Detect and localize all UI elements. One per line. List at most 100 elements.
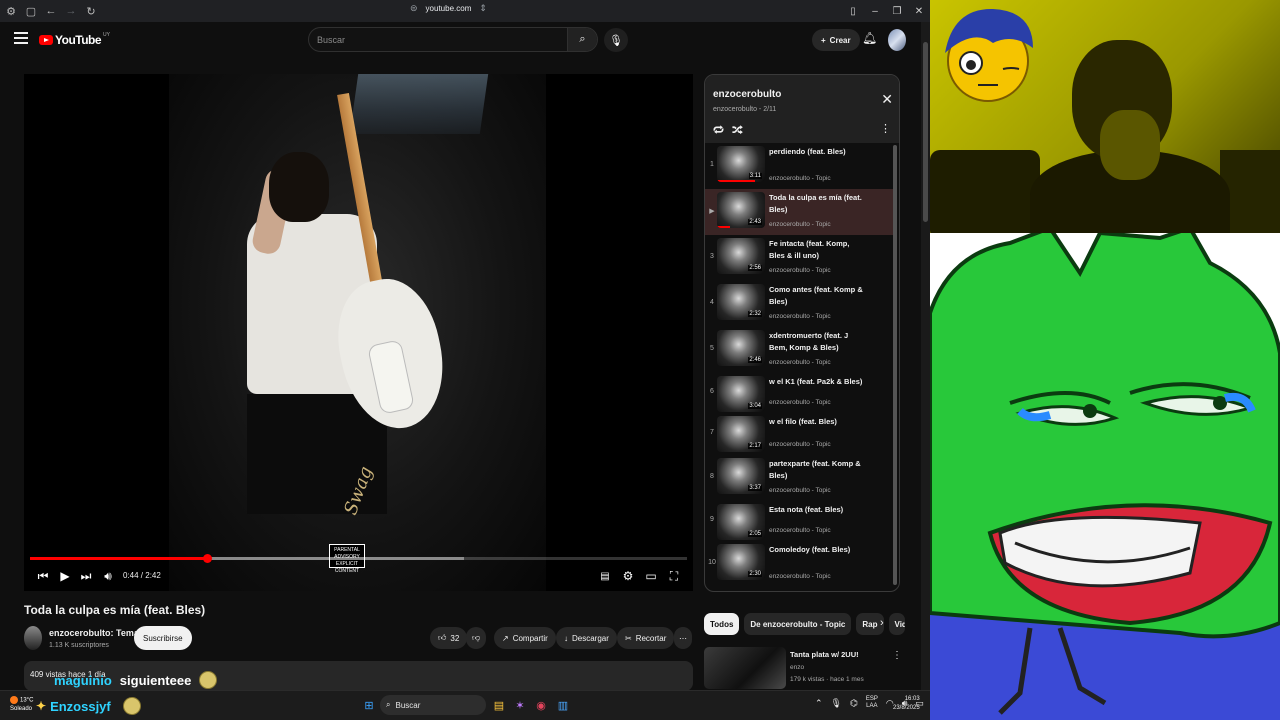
download-button[interactable]: ↓ Descargar <box>556 627 617 649</box>
file-explorer-icon[interactable]: ▤ <box>490 696 508 714</box>
playlist-item-thumbnail[interactable]: 2:30 <box>717 544 765 580</box>
forward-icon[interactable]: → <box>62 2 80 20</box>
close-playlist-icon[interactable]: ✕ <box>881 91 893 108</box>
dislike-button[interactable]: 👎︎ <box>466 627 487 649</box>
share-button[interactable]: ↗ Compartir <box>494 627 556 649</box>
play-icon[interactable]: ▶ <box>58 564 72 588</box>
tray-network-icon[interactable]: ⌬ <box>850 698 858 709</box>
recommendation-more-icon[interactable]: ⋮ <box>892 650 902 661</box>
notifications-bell-icon[interactable]: 🔔︎ <box>862 31 877 45</box>
playlist-item-thumbnail[interactable]: 2:32 <box>717 284 765 320</box>
filter-chip[interactable]: De enzocerobulto - Topic <box>744 613 852 635</box>
more-actions-button[interactable]: ⋯ <box>674 627 692 649</box>
notepad-app-icon[interactable]: ▥ <box>554 696 572 714</box>
voice-search-button[interactable]: 🎙 <box>604 28 628 52</box>
sidebar-toggle-icon[interactable]: ▢ <box>22 2 40 20</box>
playlist-item-thumbnail[interactable]: 2:05 <box>717 504 765 540</box>
playlist-item[interactable]: ▶ 2:43 Toda la culpa es mía (feat. Bles) en… <box>705 189 895 235</box>
playlist-item-title[interactable]: xdentromuerto (feat. J Bem, Komp & Bles) <box>769 330 863 354</box>
address-bar[interactable]: ⊜ youtube.com ⇕ <box>410 3 487 14</box>
playlist-item-thumbnail[interactable]: 2:56 <box>717 238 765 274</box>
weather-sun-icon <box>10 696 18 704</box>
playlist-item[interactable]: 3 2:56 Fe intacta (feat. Komp, Bles & ill … <box>705 235 895 281</box>
shuffle-icon[interactable]: 🔀︎ <box>732 122 743 138</box>
playlist-item-thumbnail[interactable]: 3:11 <box>717 146 765 182</box>
subtitles-icon[interactable]: ▤ <box>598 564 612 588</box>
playlist-item-index: 1 <box>710 161 714 168</box>
playlist-item-title[interactable]: w el filo (feat. Bles) <box>769 416 863 428</box>
playlist-item-title[interactable]: Fe intacta (feat. Komp, Bles & ill uno) <box>769 238 863 262</box>
playlist-item-title[interactable]: Como antes (feat. Komp & Bles) <box>769 284 863 308</box>
playlist-item-thumbnail[interactable]: 2:43 <box>717 192 765 228</box>
hamburger-menu-icon[interactable] <box>14 32 28 46</box>
playlist-item-title[interactable]: w el K1 (feat. Pa2k & Bles) <box>769 376 863 388</box>
account-avatar[interactable] <box>888 29 906 51</box>
playlist-item[interactable]: 9 2:05 Esta nota (feat. Bles) enzocerobulto… <box>705 501 895 541</box>
recommendation-item[interactable]: Tanta plata w/ 2UU! enzo 179 k vistas · … <box>704 647 904 690</box>
playlist-more-icon[interactable]: ⋮ <box>880 122 891 135</box>
search-input[interactable] <box>317 31 567 48</box>
playlist-item-thumbnail[interactable]: 2:17 <box>717 416 765 452</box>
playlist-item-title[interactable]: perdiendo (feat. Bles) <box>769 146 863 158</box>
playlist-title[interactable]: enzocerobulto <box>713 89 781 100</box>
playlist-item-thumbnail[interactable]: 3:04 <box>717 376 765 412</box>
settings-gear-icon[interactable]: ⚙ <box>621 564 635 588</box>
subscribe-button[interactable]: Suscribirse <box>134 626 192 650</box>
browser-app-icon[interactable]: ◉ <box>532 696 550 714</box>
playlist-item-title[interactable]: partexparte (feat. Komp & Bles) <box>769 458 863 482</box>
close-window-icon[interactable]: ✕ <box>908 0 930 22</box>
language-indicator[interactable]: ESP LAA <box>866 696 878 710</box>
progress-bar[interactable] <box>30 554 687 563</box>
create-label: Crear <box>829 35 851 45</box>
tray-mic-icon[interactable]: 🎙︎ <box>831 698 842 709</box>
playlist-item[interactable]: 1 3:11 perdiendo (feat. Bles) enzocerobulto… <box>705 143 895 189</box>
back-icon[interactable]: ← <box>42 2 60 20</box>
playlist-item-thumbnail[interactable]: 2:46 <box>717 330 765 366</box>
playlist-scrollbar[interactable] <box>893 145 897 585</box>
windows-start-icon[interactable]: ⊞ <box>360 696 378 714</box>
search-button[interactable]: ⌕ <box>567 28 597 51</box>
app-icon[interactable]: ✶ <box>511 696 529 714</box>
playlist-item-channel: enzocerobulto - Topic <box>769 441 831 448</box>
reload-icon[interactable]: ↻ <box>82 2 100 20</box>
filter-chip[interactable]: Vid <box>888 613 905 635</box>
recommendation-title[interactable]: Tanta plata w/ 2UU! <box>790 650 859 659</box>
loop-icon[interactable]: 🔁︎ <box>713 122 724 138</box>
playlist-item[interactable]: 7 2:17 w el filo (feat. Bles) enzocerobulto… <box>705 413 895 455</box>
recommendation-thumbnail[interactable] <box>704 647 786 689</box>
chevron-right-icon[interactable]: › <box>880 617 884 629</box>
tray-chevron-icon[interactable]: ⌃ <box>815 698 823 709</box>
site-info-icon[interactable]: ⊜ <box>410 3 418 14</box>
fullscreen-icon[interactable]: ⛶ <box>667 564 681 588</box>
youtube-logo[interactable]: YouTube UY <box>39 32 110 47</box>
taskbar-clock[interactable]: 16:03 23/8/2025 <box>893 695 920 713</box>
minimize-icon[interactable]: – <box>864 0 886 22</box>
playlist-item[interactable]: 10 2:30 Comoledoy (feat. Bles) enzocerobult… <box>705 541 895 587</box>
tab-panel-icon[interactable]: ▯ <box>842 0 864 22</box>
filter-chip[interactable]: Todos <box>704 613 740 635</box>
browser-menu-icon[interactable]: ⚙ <box>2 2 20 20</box>
previous-icon[interactable]: ⏮ <box>36 564 50 588</box>
video-player[interactable]: Swag PARENTAL ADVISORY EXPLICIT CONTENT … <box>24 74 693 591</box>
playlist-item[interactable]: 4 2:32 Como antes (feat. Komp & Bles) enzoc… <box>705 281 895 327</box>
playlist-item[interactable]: 8 3:37 partexparte (feat. Komp & Bles) enzo… <box>705 455 895 501</box>
like-button[interactable]: 👍︎ 32 <box>430 627 468 649</box>
address-options-icon[interactable]: ⇕ <box>479 3 487 14</box>
create-button[interactable]: + Crear <box>812 29 860 51</box>
theater-mode-icon[interactable]: ▭ <box>644 564 658 588</box>
playlist-item-title[interactable]: Comoledoy (feat. Bles) <box>769 544 863 556</box>
restore-icon[interactable]: ❐ <box>886 0 908 22</box>
page-scrollbar[interactable] <box>921 22 930 690</box>
clip-button[interactable]: ✂ Recortar <box>617 627 675 649</box>
playlist-item-title[interactable]: Toda la culpa es mía (feat. Bles) <box>769 192 863 216</box>
channel-name[interactable]: enzocerobulto: Tema <box>49 628 139 638</box>
playlist-item-title[interactable]: Esta nota (feat. Bles) <box>769 504 863 516</box>
volume-icon[interactable]: 🔊︎ <box>101 564 115 588</box>
next-icon[interactable]: ⏭ <box>79 564 93 588</box>
playlist-item-thumbnail[interactable]: 3:37 <box>717 458 765 494</box>
page-scrollbar-thumb[interactable] <box>923 42 928 222</box>
channel-avatar[interactable] <box>24 626 42 650</box>
playlist-item[interactable]: 6 3:04 w el K1 (feat. Pa2k & Bles) enzocero… <box>705 373 895 413</box>
taskbar-search[interactable]: ⌕ Buscar <box>380 695 486 715</box>
playlist-item[interactable]: 5 2:46 xdentromuerto (feat. J Bem, Komp & … <box>705 327 895 373</box>
